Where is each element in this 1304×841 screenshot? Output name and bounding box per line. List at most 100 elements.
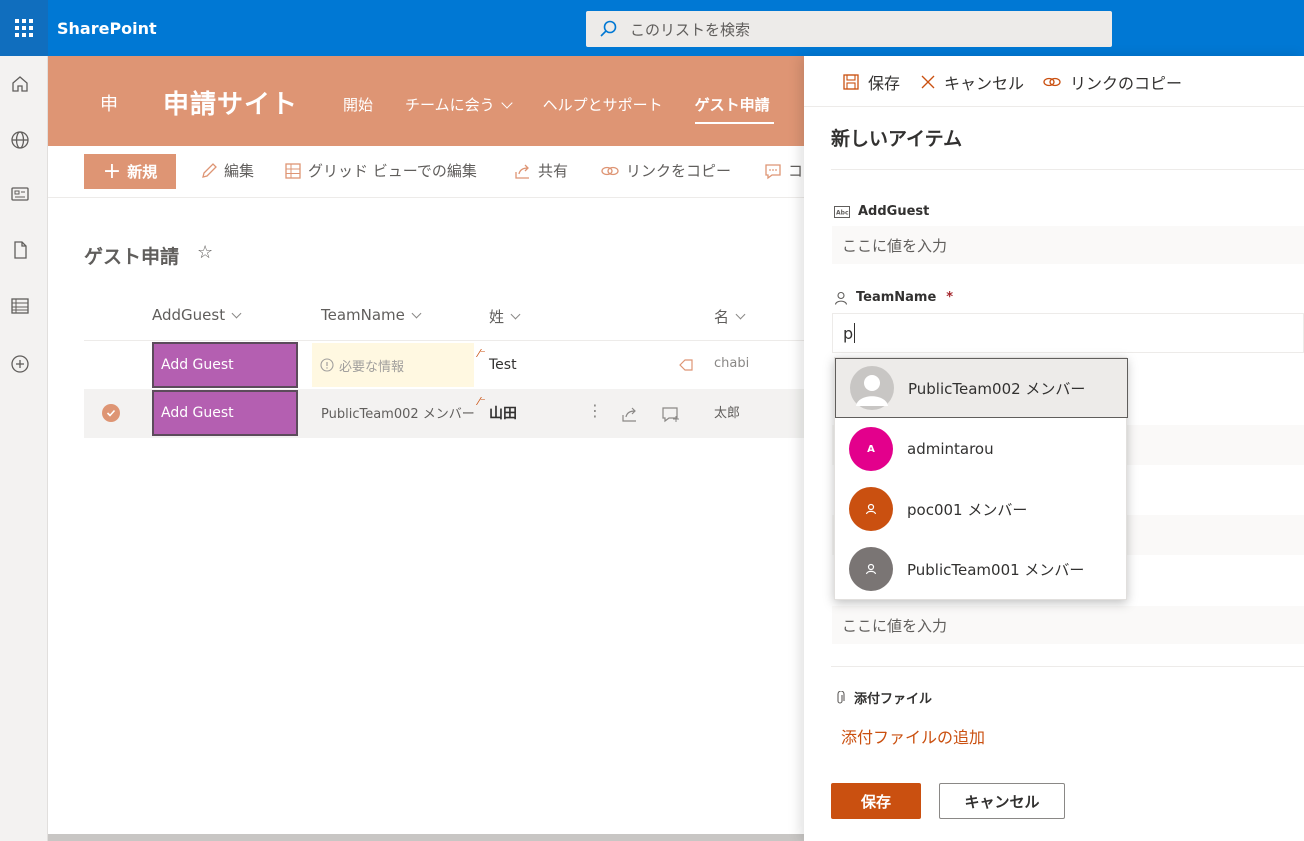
nav-item-guest-request[interactable]: ゲスト申請 xyxy=(694,94,774,124)
divider xyxy=(831,666,1304,667)
panel-title: 新しいアイテム xyxy=(831,128,963,150)
globe-icon[interactable] xyxy=(10,130,30,150)
app-launcher-button[interactable] xyxy=(0,0,48,56)
divider xyxy=(804,106,1304,107)
suggestion-item[interactable]: PublicTeam001 メンバー xyxy=(835,539,1128,599)
list-title: ゲスト申請 xyxy=(84,246,180,268)
chevron-down-icon xyxy=(510,309,521,320)
add-comment-icon[interactable] xyxy=(661,405,681,423)
suggestion-item[interactable]: A admintarou xyxy=(835,419,1128,479)
more-options-icon[interactable]: ⋮ xyxy=(587,401,603,420)
row-selected-check-icon[interactable] xyxy=(102,404,120,422)
share-button[interactable]: 共有 xyxy=(514,160,568,181)
new-item-indicator-icon: ⁄⁻ xyxy=(478,395,486,408)
search-input[interactable]: このリストを検索 xyxy=(630,19,750,40)
nav-item-start[interactable]: 開始 xyxy=(343,94,373,115)
link-icon xyxy=(601,166,619,175)
person-icon xyxy=(834,291,848,305)
new-item-indicator-icon: ⁄⁻ xyxy=(478,347,486,360)
panel-save-button[interactable]: 保存 xyxy=(842,70,900,94)
horizontal-scrollbar[interactable] xyxy=(48,834,804,841)
group-icon xyxy=(865,563,877,575)
svg-text:Abc: Abc xyxy=(836,209,849,216)
table-row[interactable]: Add Guest 必要な情報 ⁄⁻ Test chabi xyxy=(84,340,808,389)
pencil-icon xyxy=(202,162,217,178)
save-button[interactable]: 保存 xyxy=(831,783,921,819)
column-header-teamname[interactable]: TeamName xyxy=(321,306,422,324)
comment-icon xyxy=(765,163,781,179)
avatar xyxy=(849,487,893,531)
info-icon xyxy=(320,358,334,372)
waffle-icon xyxy=(15,19,33,37)
add-guest-button[interactable]: Add Guest xyxy=(152,390,298,436)
cancel-button[interactable]: キャンセル xyxy=(939,783,1065,819)
share-icon[interactable] xyxy=(621,405,639,423)
mei-cell[interactable]: 太郎 xyxy=(714,402,740,421)
column-header-mei[interactable]: 名 xyxy=(714,306,746,327)
add-attachment-link[interactable]: 添付ファイルの追加 xyxy=(841,724,985,748)
create-icon[interactable] xyxy=(10,354,30,374)
add-guest-button[interactable]: Add Guest xyxy=(152,342,298,388)
edit-button[interactable]: 編集 xyxy=(200,160,254,181)
text-caret xyxy=(854,323,856,343)
document-icon[interactable] xyxy=(10,240,30,260)
sei-cell[interactable]: Test xyxy=(489,357,517,373)
suite-bar: SharePoint このリストを検索 xyxy=(0,0,1304,56)
panel-cancel-button[interactable]: キャンセル xyxy=(920,70,1024,94)
field-label-addguest: Abc AddGuest xyxy=(834,204,930,219)
divider xyxy=(831,169,1304,170)
avatar xyxy=(849,547,893,591)
search-box[interactable]: このリストを検索 xyxy=(586,11,1112,47)
site-header: 申 申請サイト 開始 チームに会う ヘルプとサポート ゲスト申請 xyxy=(48,56,808,146)
avatar: A xyxy=(849,427,893,471)
field-label-teamname: TeamName * xyxy=(834,290,953,305)
bottom-field-input[interactable]: ここに値を入力 xyxy=(832,606,1304,644)
left-rail xyxy=(0,56,48,841)
close-icon xyxy=(921,75,935,89)
teamname-people-picker-input[interactable]: p xyxy=(832,313,1304,353)
site-nav: 開始 チームに会う ヘルプとサポート ゲスト申請 xyxy=(343,94,802,124)
chevron-down-icon xyxy=(735,309,746,320)
plus-icon: + xyxy=(102,158,122,184)
site-title[interactable]: 申請サイト xyxy=(163,84,298,121)
list-icon[interactable] xyxy=(10,296,30,316)
brand-name[interactable]: SharePoint xyxy=(57,0,157,56)
suggestion-item[interactable]: PublicTeam002 メンバー xyxy=(835,358,1128,418)
news-icon[interactable] xyxy=(10,184,30,204)
avatar xyxy=(850,366,894,410)
required-info-cell[interactable]: 必要な情報 xyxy=(312,343,474,387)
table-row[interactable]: Add Guest PublicTeam002 メンバー ⁄⁻ 山田 ⋮ 太郎 xyxy=(84,389,808,438)
chevron-down-icon xyxy=(231,308,242,318)
nav-item-help[interactable]: ヘルプとサポート xyxy=(543,94,663,115)
tag-icon[interactable] xyxy=(678,357,694,373)
site-logo[interactable]: 申 xyxy=(100,90,118,116)
nav-item-meet-team[interactable]: チームに会う xyxy=(405,94,513,115)
save-icon xyxy=(843,74,859,90)
comment-button[interactable]: コ xyxy=(764,160,803,181)
panel-copy-link-button[interactable]: リンクのコピー xyxy=(1042,70,1182,94)
column-header-addguest[interactable]: AddGuest xyxy=(152,306,242,324)
sei-cell[interactable]: 山田 xyxy=(489,403,517,423)
suggestion-item[interactable]: poc001 メンバー xyxy=(835,479,1128,539)
share-icon xyxy=(515,164,529,179)
addguest-input[interactable]: ここに値を入力 xyxy=(832,226,1304,264)
column-header-sei[interactable]: 姓 xyxy=(489,306,521,327)
chevron-down-icon xyxy=(411,308,422,318)
chevron-down-icon xyxy=(500,97,513,109)
mei-cell[interactable]: chabi xyxy=(714,356,749,371)
command-bar: + 新規 編集 グリッド ビューでの編集 共有 リンクをコピー コ xyxy=(48,146,808,198)
group-icon xyxy=(865,503,877,515)
paperclip-icon xyxy=(837,690,845,704)
home-icon[interactable] xyxy=(10,74,30,94)
link-icon xyxy=(1043,77,1061,87)
new-item-button[interactable]: + 新規 xyxy=(84,154,176,189)
people-picker-suggestions: PublicTeam002 メンバー A admintarou poc001 メ… xyxy=(834,357,1128,600)
favorite-star-icon[interactable]: ☆ xyxy=(197,242,213,263)
search-icon xyxy=(586,20,630,38)
teamname-cell[interactable]: PublicTeam002 メンバー xyxy=(321,403,475,422)
copy-link-button[interactable]: リンクをコピー xyxy=(600,160,731,181)
text-field-icon: Abc xyxy=(834,205,850,218)
grid-icon xyxy=(285,162,301,179)
grid-view-edit-button[interactable]: グリッド ビューでの編集 xyxy=(284,160,477,181)
field-label-attachments: 添付ファイル xyxy=(834,688,932,707)
